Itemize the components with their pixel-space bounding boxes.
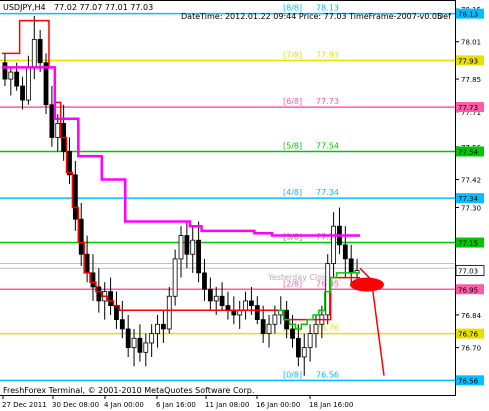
level-value-label: 77.73 [316, 97, 339, 106]
candle-body [196, 239, 202, 274]
candle-body [72, 174, 78, 220]
candle-body [31, 38, 37, 68]
candle-body [90, 272, 96, 288]
y-tick-label: 76.70 [461, 345, 481, 353]
symbol-title: USDJPY,H4 [3, 3, 46, 12]
x-tick-label: 11 Jan 08:00 [205, 401, 249, 409]
candle-body [84, 253, 90, 274]
level-value-label: 76.56 [316, 370, 339, 379]
y-tick-label: 77.42 [461, 176, 481, 184]
candle-body [249, 300, 254, 306]
candle-body [114, 305, 119, 321]
candle-body [119, 319, 125, 330]
candle-body [20, 85, 25, 101]
price-level-badge-label: 77.93 [458, 57, 478, 65]
candle-body [290, 328, 295, 339]
level-label: [0/8] [283, 370, 302, 379]
price-chart[interactable]: [8/8] 78.13[7/8] 77.93[6/8] 77.73[5/8] 77.54… [0, 0, 489, 411]
price-level-badge-label: 77.34 [458, 195, 479, 203]
info-line: DateTime: 2012.01.22 09:44 Price: 77.03 … [181, 12, 442, 21]
level-value-label: 77.54 [316, 141, 339, 150]
candle-body [160, 323, 166, 330]
x-tick-label: 27 Dec 2011 [2, 401, 47, 409]
candle-body [166, 295, 172, 330]
candle-body [184, 235, 190, 255]
candle-body [67, 151, 72, 176]
x-tick-label: 30 Dec 08:00 [52, 401, 99, 409]
candle-body [219, 295, 225, 306]
candle-body [131, 337, 137, 349]
candle-body [49, 104, 55, 138]
candle-body [313, 323, 319, 335]
level-value-label: 77.93 [316, 50, 339, 59]
candle-body [348, 258, 354, 274]
candle-body [301, 347, 307, 358]
candle-body [254, 305, 260, 321]
ohlc-values: 77.02 77.07 77.01 77.03 [54, 3, 153, 12]
candle-body [172, 258, 178, 297]
x-tick-label: 18 Jan 16:00 [309, 401, 353, 409]
candle-body [260, 319, 266, 335]
level-label: [3/8] [283, 233, 302, 242]
level-value-label: 76.76 [316, 324, 339, 333]
candle-body [190, 239, 196, 255]
candle-body [149, 333, 155, 344]
y-tick-label: 76.84 [461, 312, 482, 320]
candle-body [272, 314, 278, 325]
candle-body [155, 323, 160, 335]
price-level-badge-label: 76.56 [458, 377, 479, 385]
y-tick-label: 77.85 [461, 76, 481, 84]
y-tick-label: 78.01 [461, 39, 481, 47]
price-level-badge-label: 76.95 [458, 286, 478, 294]
x-tick-label: 16 Jan 00:00 [256, 401, 300, 409]
candle-body [37, 38, 43, 64]
level-label: [5/8] [283, 141, 302, 150]
candle-body [143, 342, 149, 353]
forecast-ellipse [350, 277, 384, 292]
candle-body [96, 286, 102, 302]
candle-body [213, 295, 219, 302]
yesterday-close-label: Yesterday Close [267, 273, 331, 282]
candle-body [43, 62, 49, 106]
candle-body [295, 337, 301, 358]
level-value-label: 77.34 [316, 188, 339, 197]
price-level-badge-label: 78.13 [458, 11, 478, 19]
price-level-badge-label: 77.73 [458, 104, 478, 112]
candle-body [55, 123, 61, 138]
candle-body [243, 300, 248, 311]
y-tick-label: 77.30 [461, 205, 481, 213]
candle-body [307, 333, 313, 349]
candle-body [178, 235, 184, 260]
candle-body [202, 272, 207, 290]
price-level-badge-label: 76.76 [458, 331, 479, 339]
candle-body [207, 288, 213, 302]
level-label: [4/8] [283, 188, 302, 197]
candle-body [331, 225, 336, 264]
candle-body [2, 62, 8, 80]
candle-body [108, 291, 113, 306]
x-tick-label: 4 Jan 00:00 [104, 401, 144, 409]
current-price-label: 77.03 [458, 268, 478, 276]
info-corner-text: Def [437, 12, 451, 21]
x-tick-label: 6 Jan 16:00 [156, 401, 196, 409]
candle-body [342, 244, 348, 260]
candle-body [26, 66, 31, 101]
price-level-badge-label: 77.15 [458, 240, 478, 248]
level-label: [6/8] [283, 97, 302, 106]
copyright-footer: FreshForex Terminal, © 2001-2010 MetaQuo… [3, 386, 254, 395]
level-label: [7/8] [283, 50, 302, 59]
price-level-badge-label: 77.54 [458, 148, 479, 156]
candle-body [137, 337, 143, 353]
candle-body [78, 218, 84, 255]
candle-body [325, 263, 331, 316]
candle-body [14, 71, 20, 87]
candle-body [266, 323, 272, 335]
bottom-border [0, 395, 456, 396]
axis-border [455, 0, 456, 396]
top-border [0, 0, 455, 1]
candle-body [8, 71, 14, 80]
candle-body [125, 328, 131, 349]
